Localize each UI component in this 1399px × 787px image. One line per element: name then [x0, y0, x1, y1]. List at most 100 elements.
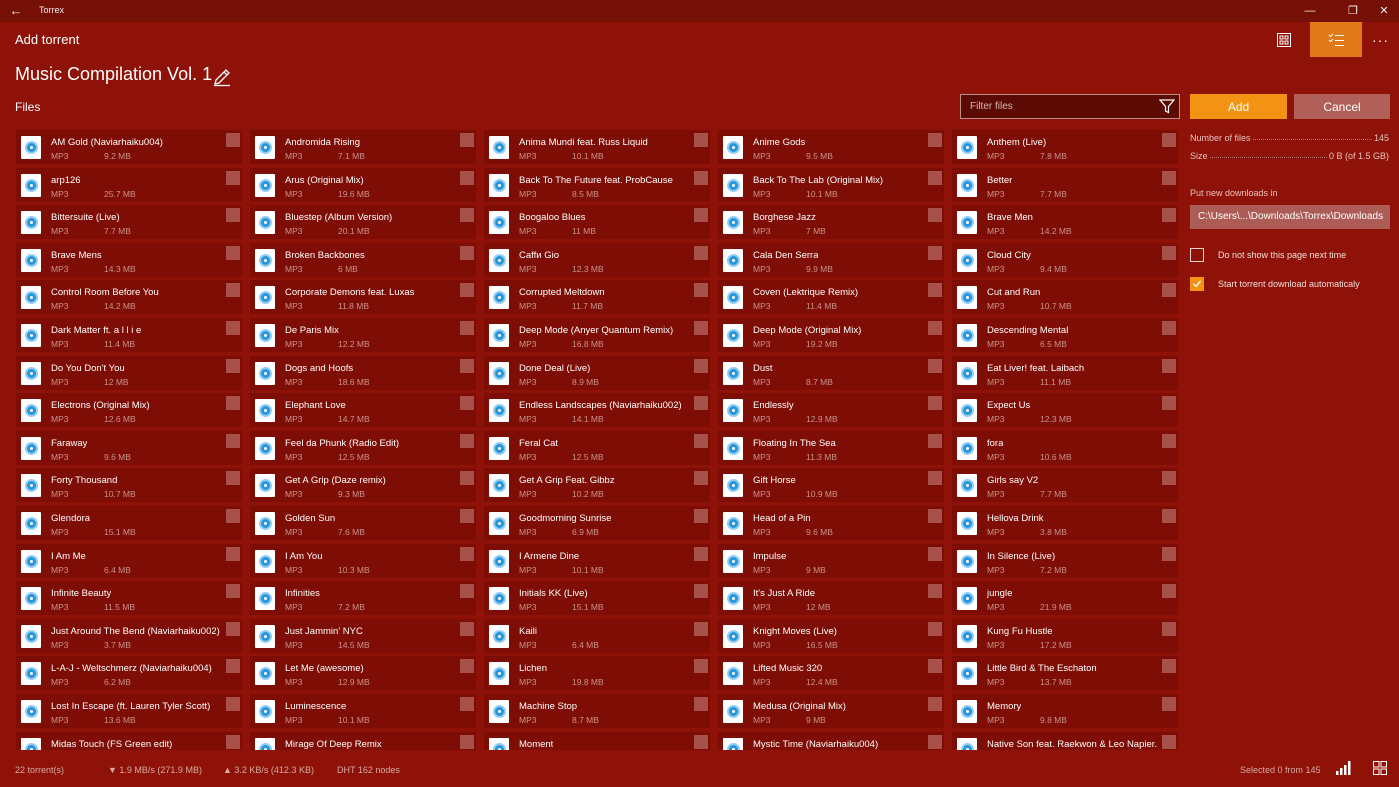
file-item[interactable]: Dogs and Hoofs MP3 18.6 MB [250, 356, 476, 390]
restore-icon[interactable]: ❐ [1338, 2, 1368, 20]
file-select-checkbox[interactable] [694, 434, 708, 448]
file-select-checkbox[interactable] [460, 509, 474, 523]
file-item[interactable]: Descending Mental MP3 6.5 MB [952, 318, 1178, 352]
file-item[interactable]: Andromida Rising MP3 7.1 MB [250, 130, 476, 164]
file-select-checkbox[interactable] [694, 584, 708, 598]
file-item[interactable]: Broken Backbones MP3 6 MB [250, 243, 476, 277]
file-select-checkbox[interactable] [226, 133, 240, 147]
file-select-checkbox[interactable] [1162, 434, 1176, 448]
file-item[interactable]: Initials KK (Live) MP3 15.1 MB [484, 581, 710, 615]
file-item[interactable]: Get A Grip Feat. Gibbz MP3 10.2 MB [484, 468, 710, 502]
file-item[interactable]: Back To The Lab (Original Mix) MP3 10.1 MB [718, 168, 944, 202]
file-item[interactable]: Deep Mode (Anyer Quantum Remix) MP3 16.8 M… [484, 318, 710, 352]
file-select-checkbox[interactable] [1162, 735, 1176, 749]
file-select-checkbox[interactable] [1162, 622, 1176, 636]
file-item[interactable]: jungle MP3 21.9 MB [952, 581, 1178, 615]
do-not-show-checkbox[interactable] [1190, 248, 1204, 262]
file-select-checkbox[interactable] [694, 321, 708, 335]
file-select-checkbox[interactable] [928, 471, 942, 485]
file-select-checkbox[interactable] [694, 283, 708, 297]
file-select-checkbox[interactable] [460, 283, 474, 297]
file-item[interactable]: Goodmorning Sunrise MP3 6.9 MB [484, 506, 710, 540]
file-select-checkbox[interactable] [460, 171, 474, 185]
file-select-checkbox[interactable] [694, 359, 708, 373]
file-select-checkbox[interactable] [928, 396, 942, 410]
file-item[interactable]: Medusa (Original Mix) MP3 9 MB [718, 694, 944, 728]
file-select-checkbox[interactable] [460, 434, 474, 448]
file-item[interactable]: Just Around The Bend (Naviarhaiku002) MP3… [16, 619, 242, 653]
file-item[interactable]: Head of a Pin MP3 9.6 MB [718, 506, 944, 540]
file-select-checkbox[interactable] [460, 321, 474, 335]
file-item[interactable]: Let Me (awesome) MP3 12.9 MB [250, 656, 476, 690]
file-select-checkbox[interactable] [928, 208, 942, 222]
file-item[interactable]: Mystic Time (Naviarhaiku004) [718, 732, 944, 750]
file-item[interactable]: Corporate Demons feat. Luxas MP3 11.8 MB [250, 280, 476, 314]
file-item[interactable]: I Am Me MP3 6.4 MB [16, 544, 242, 578]
option-auto-start[interactable]: Start torrent download automaticaly [1190, 277, 1360, 291]
file-select-checkbox[interactable] [460, 622, 474, 636]
file-select-checkbox[interactable] [226, 208, 240, 222]
file-item[interactable]: Endlessly MP3 12.9 MB [718, 393, 944, 427]
file-item[interactable]: Golden Sun MP3 7.6 MB [250, 506, 476, 540]
file-select-checkbox[interactable] [226, 246, 240, 260]
file-item[interactable]: Impulse MP3 9 MB [718, 544, 944, 578]
file-select-checkbox[interactable] [226, 659, 240, 673]
file-select-checkbox[interactable] [1162, 359, 1176, 373]
file-select-checkbox[interactable] [460, 359, 474, 373]
file-select-checkbox[interactable] [226, 434, 240, 448]
tiles-icon[interactable] [1373, 761, 1387, 775]
file-select-checkbox[interactable] [460, 396, 474, 410]
file-select-checkbox[interactable] [226, 359, 240, 373]
file-select-checkbox[interactable] [1162, 321, 1176, 335]
file-item[interactable]: Midas Touch (FS Green edit) [16, 732, 242, 750]
file-select-checkbox[interactable] [460, 659, 474, 673]
file-select-checkbox[interactable] [928, 509, 942, 523]
file-select-checkbox[interactable] [694, 208, 708, 222]
file-select-checkbox[interactable] [694, 735, 708, 749]
file-select-checkbox[interactable] [460, 584, 474, 598]
file-select-checkbox[interactable] [460, 697, 474, 711]
filter-input[interactable] [961, 100, 1155, 113]
file-select-checkbox[interactable] [226, 171, 240, 185]
file-item[interactable]: Feel da Phunk (Radio Edit) MP3 12.5 MB [250, 431, 476, 465]
file-item[interactable]: Cala Den Serra MP3 9.9 MB [718, 243, 944, 277]
file-item[interactable]: Brave Men MP3 14.2 MB [952, 205, 1178, 239]
file-select-checkbox[interactable] [226, 471, 240, 485]
file-item[interactable]: Caffи Gio MP3 12.3 MB [484, 243, 710, 277]
file-select-checkbox[interactable] [460, 735, 474, 749]
file-item[interactable]: Faraway MP3 9.6 MB [16, 431, 242, 465]
file-select-checkbox[interactable] [694, 659, 708, 673]
file-item[interactable]: Forty Thousand MP3 10.7 MB [16, 468, 242, 502]
file-item[interactable]: It's Just A Ride MP3 12 MB [718, 581, 944, 615]
file-item[interactable]: Floating In The Sea MP3 11.3 MB [718, 431, 944, 465]
file-item[interactable]: Borghese Jazz MP3 7 MB [718, 205, 944, 239]
file-item[interactable]: Brave Mens MP3 14.3 MB [16, 243, 242, 277]
more-icon[interactable]: ··· [1362, 22, 1399, 57]
file-select-checkbox[interactable] [928, 133, 942, 147]
file-select-checkbox[interactable] [928, 622, 942, 636]
file-select-checkbox[interactable] [460, 471, 474, 485]
file-item[interactable]: Get A Grip (Daze remix) MP3 9.3 MB [250, 468, 476, 502]
file-item[interactable]: Mirage Of Deep Remix [250, 732, 476, 750]
file-item[interactable]: Little Bird & The Eschaton MP3 13.7 MB [952, 656, 1178, 690]
file-select-checkbox[interactable] [928, 246, 942, 260]
file-select-checkbox[interactable] [694, 396, 708, 410]
file-item[interactable]: Lost In Escape (ft. Lauren Tyler Scott) M… [16, 694, 242, 728]
file-select-checkbox[interactable] [1162, 246, 1176, 260]
file-select-checkbox[interactable] [460, 547, 474, 561]
close-icon[interactable]: ✕ [1369, 2, 1399, 20]
file-select-checkbox[interactable] [460, 246, 474, 260]
file-item[interactable]: De Paris Mix MP3 12.2 MB [250, 318, 476, 352]
file-select-checkbox[interactable] [226, 622, 240, 636]
file-item[interactable]: Bluestep (Album Version) MP3 20.1 MB [250, 205, 476, 239]
file-select-checkbox[interactable] [928, 321, 942, 335]
file-item[interactable]: Expect Us MP3 12.3 MB [952, 393, 1178, 427]
file-select-checkbox[interactable] [1162, 283, 1176, 297]
file-select-checkbox[interactable] [1162, 584, 1176, 598]
file-select-checkbox[interactable] [928, 584, 942, 598]
file-item[interactable]: Knight Moves (Live) MP3 16.5 MB [718, 619, 944, 653]
file-select-checkbox[interactable] [928, 697, 942, 711]
file-item[interactable]: fora MP3 10.6 MB [952, 431, 1178, 465]
filter-icon[interactable] [1155, 95, 1179, 119]
file-select-checkbox[interactable] [1162, 208, 1176, 222]
